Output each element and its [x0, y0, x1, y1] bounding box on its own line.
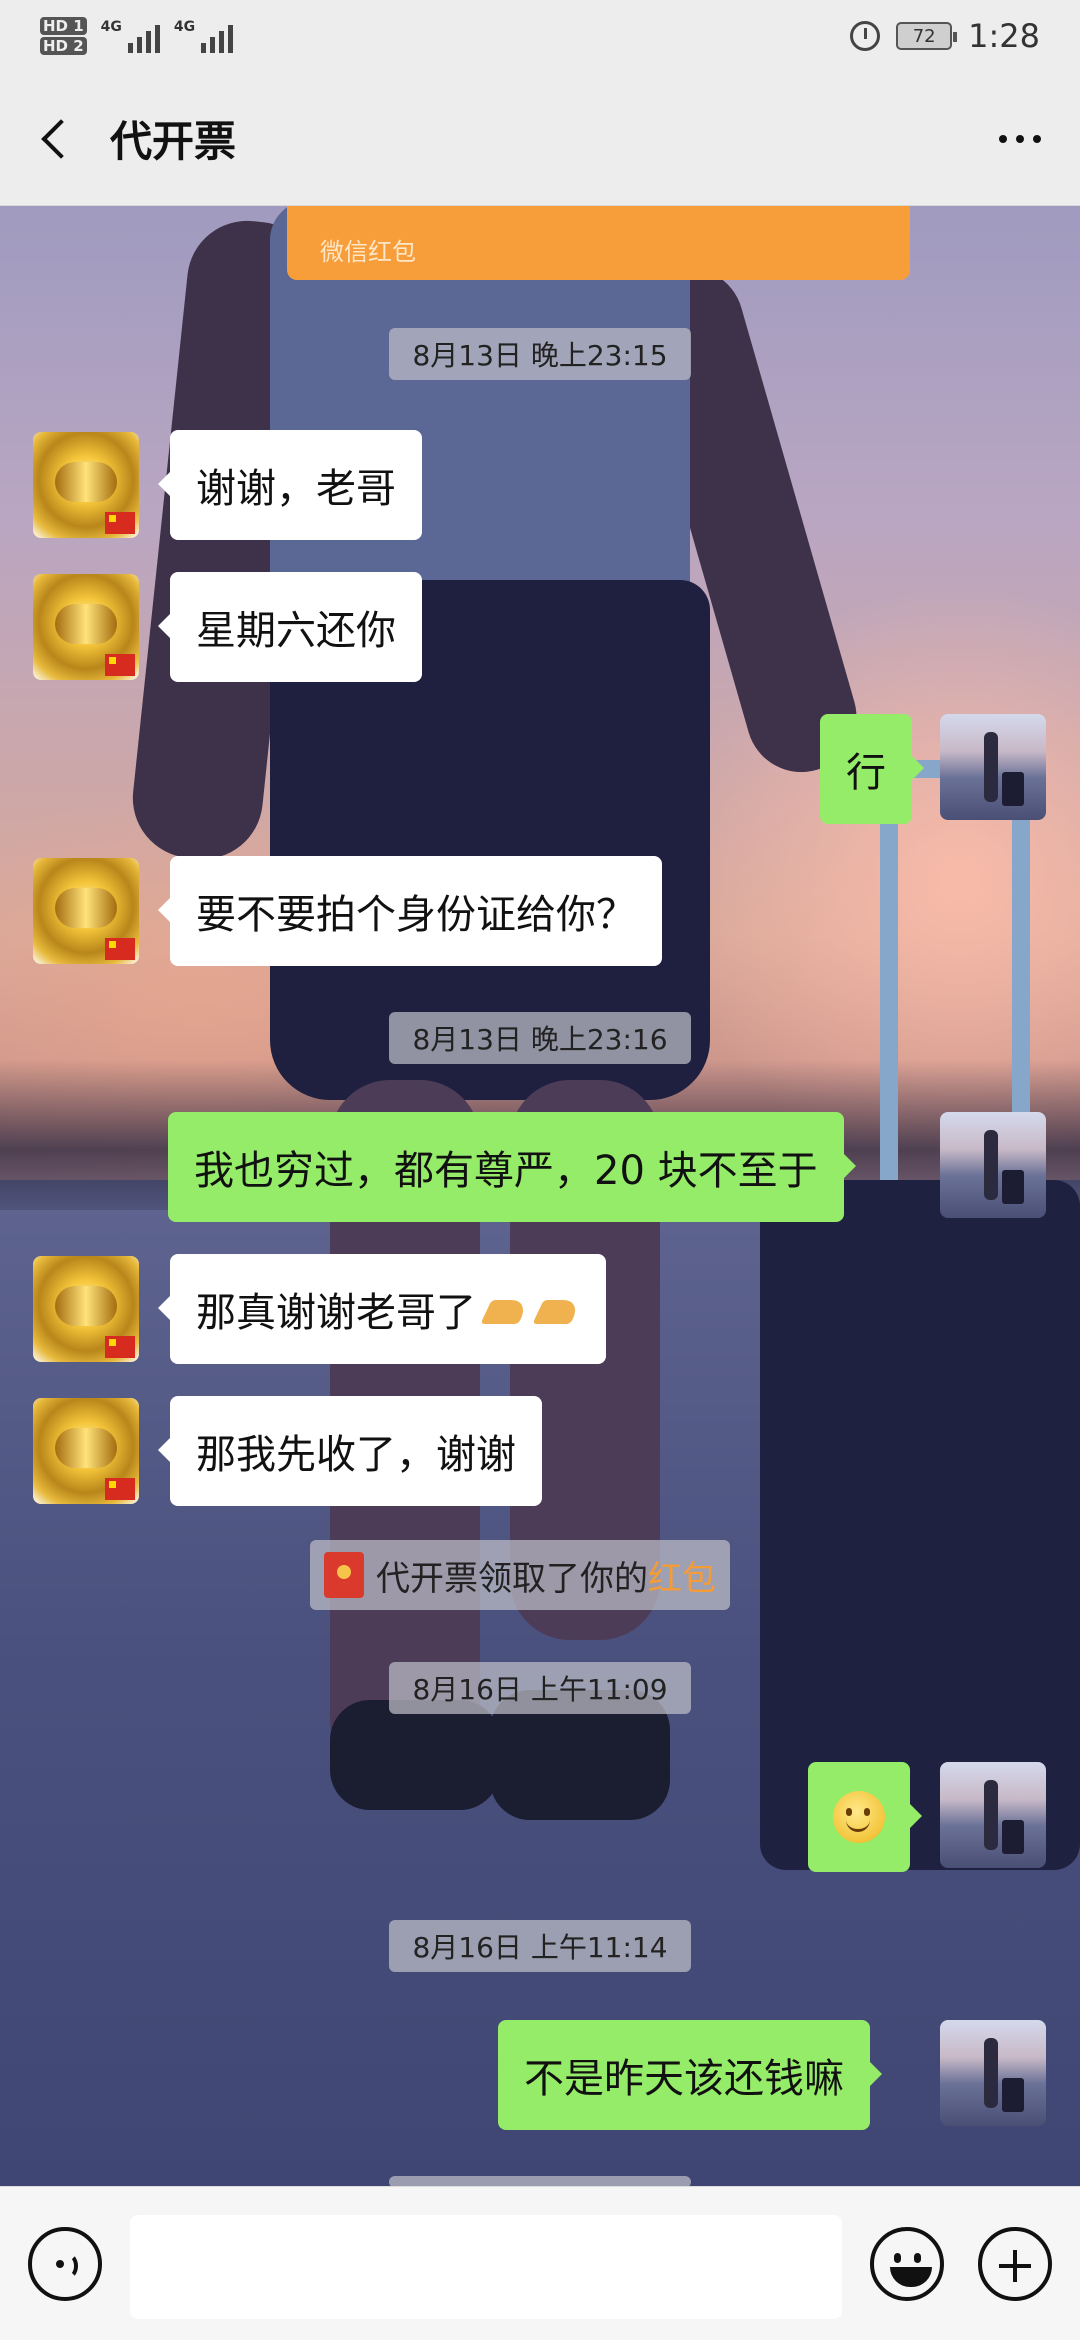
message-text: 那真谢谢老哥了: [196, 1290, 476, 1336]
red-packet-claimed-notice: 代开票领取了你的 红包: [310, 1540, 730, 1610]
battery-icon: 72: [896, 22, 958, 50]
message-bubble-incoming[interactable]: 星期六还你: [158, 572, 422, 682]
sim2-hd-label: HD 2: [40, 37, 87, 55]
contact-avatar[interactable]: [33, 1256, 139, 1362]
red-packet-card[interactable]: 微信红包: [287, 206, 910, 280]
more-icon: [999, 134, 1007, 143]
signal-icon-sim1: 4G: [101, 19, 160, 53]
voice-input-button[interactable]: [28, 2227, 102, 2301]
contact-avatar[interactable]: [33, 574, 139, 680]
timestamp: 8月16日 上午11:09: [389, 1662, 691, 1714]
my-avatar[interactable]: [940, 2020, 1046, 2126]
sim1-hd-label: HD 1: [40, 17, 87, 35]
chevron-left-icon: [41, 118, 81, 159]
my-avatar[interactable]: [940, 1762, 1046, 1868]
message-list[interactable]: 微信红包 8月13日 晚上23:15 谢谢，老哥 星期六还你 行 要不要拍个身份…: [0, 206, 1080, 2186]
message-bubble-incoming[interactable]: 那真谢谢老哥了: [158, 1254, 606, 1364]
message-bubble-incoming[interactable]: 那我先收了，谢谢: [158, 1396, 542, 1506]
message-input[interactable]: [130, 2215, 842, 2319]
chat-title: 代开票: [110, 117, 237, 166]
ok-hand-emoji-icon: [484, 1290, 528, 1328]
alarm-icon: [850, 21, 881, 51]
chat-header: 代开票: [0, 72, 1080, 206]
status-bar: HD 1 HD 2 4G 4G 72 1:28: [0, 0, 1080, 72]
timestamp: 8月13日 晚上23:16: [389, 1012, 691, 1064]
message-bubble-incoming[interactable]: 要不要拍个身份证给你？: [158, 856, 662, 966]
clock: 1:28: [968, 17, 1040, 55]
ok-hand-emoji-icon: [536, 1290, 580, 1328]
message-bubble-outgoing[interactable]: 行: [820, 714, 924, 824]
network-type-label: 4G: [100, 19, 122, 35]
battery-level: 72: [912, 25, 936, 47]
system-message-text: 代开票领取了你的: [376, 1558, 648, 1599]
red-packet-icon: [324, 1552, 364, 1598]
network-type-label: 4G: [173, 19, 196, 35]
red-packet-link[interactable]: 红包: [648, 1551, 716, 1600]
smiley-icon: [833, 1791, 885, 1843]
contact-avatar[interactable]: [33, 858, 139, 964]
message-bubble-outgoing[interactable]: [808, 1762, 922, 1872]
message-bubble-outgoing[interactable]: 我也穷过，都有尊严，20 块不至于: [168, 1112, 856, 1222]
input-bar: [0, 2186, 1080, 2340]
timestamp-partial: [389, 2176, 691, 2186]
red-packet-label: 微信红包: [320, 238, 416, 266]
timestamp: 8月13日 晚上23:15: [389, 328, 691, 380]
message-bubble-incoming[interactable]: 谢谢，老哥: [158, 430, 422, 540]
timestamp: 8月16日 上午11:14: [389, 1920, 691, 1972]
my-avatar[interactable]: [940, 1112, 1046, 1218]
my-avatar[interactable]: [940, 714, 1046, 820]
contact-avatar[interactable]: [33, 432, 139, 538]
hd-indicator: HD 1 HD 2: [40, 16, 87, 56]
signal-icon-sim2: 4G: [173, 19, 234, 53]
emoji-button[interactable]: [870, 2227, 944, 2301]
more-functions-button[interactable]: [978, 2227, 1052, 2301]
back-button[interactable]: [0, 72, 110, 206]
message-bubble-outgoing[interactable]: 不是昨天该还钱嘛: [498, 2020, 882, 2130]
contact-avatar[interactable]: [33, 1398, 139, 1504]
more-options-button[interactable]: [960, 72, 1080, 206]
